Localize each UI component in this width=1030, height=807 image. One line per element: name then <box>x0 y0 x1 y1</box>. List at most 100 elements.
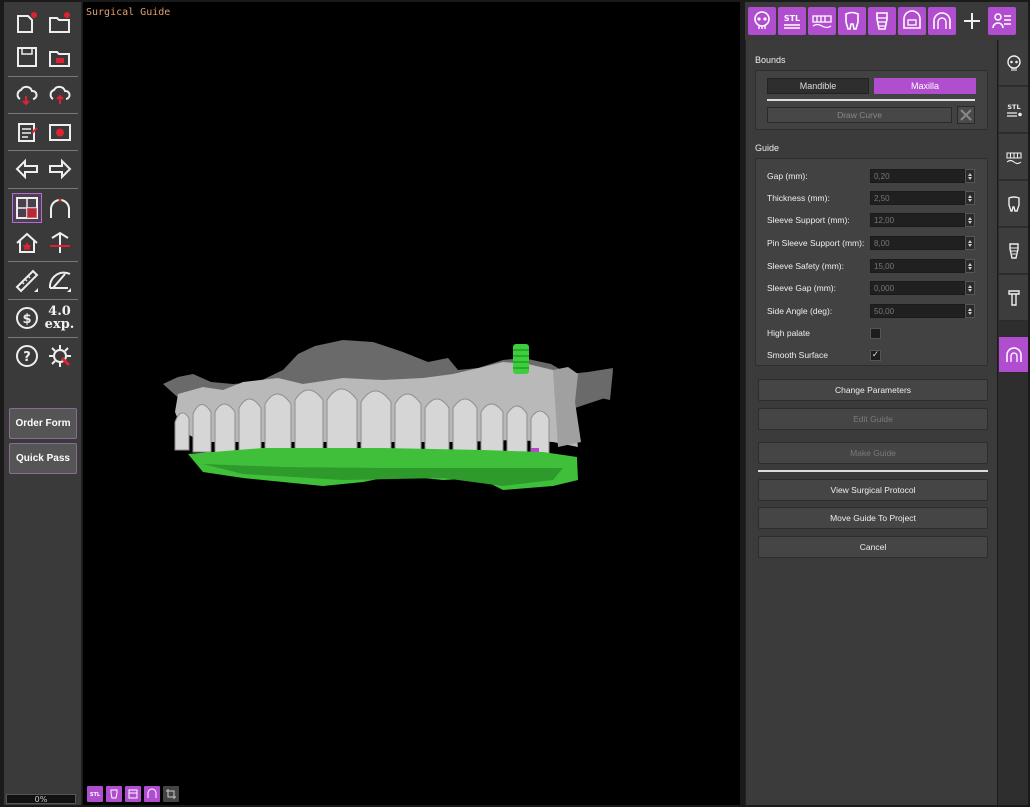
side-tab-strip: STL <box>998 40 1028 805</box>
high-palate-checkbox[interactable] <box>870 327 881 339</box>
new-project-button[interactable] <box>12 8 42 38</box>
ruler-button[interactable] <box>12 266 42 296</box>
tab-teeth-setup[interactable] <box>808 7 836 35</box>
toolbar-row-save <box>4 40 82 74</box>
toggle-implants-button[interactable] <box>106 786 122 802</box>
high-palate-label: High palate <box>767 328 811 338</box>
spin-buttons[interactable] <box>965 213 975 227</box>
param-label: Gap (mm): <box>767 171 808 181</box>
param-sleeve-safety: Sleeve Safety (mm): 15,00 <box>767 258 977 274</box>
order-form-button[interactable]: Order Form <box>9 408 77 439</box>
high-palate-row: High palate <box>767 325 977 341</box>
maxilla-button[interactable]: Maxilla <box>874 78 976 94</box>
home-view-button[interactable] <box>12 228 42 258</box>
save-as-button[interactable] <box>45 42 75 72</box>
implant-marker <box>513 344 529 374</box>
tab-add-button[interactable] <box>958 7 986 35</box>
implant-icon <box>1008 242 1019 259</box>
arch-view-button[interactable] <box>45 193 75 223</box>
notes-button[interactable] <box>12 117 42 147</box>
side-angle-input[interactable]: 50,00 <box>870 304 965 318</box>
smooth-surface-checkbox[interactable]: ✓ <box>870 349 881 361</box>
cancel-button[interactable]: Cancel <box>758 536 988 558</box>
side-tab-guide[interactable] <box>999 337 1028 373</box>
split-view-button[interactable] <box>11 193 42 223</box>
version-label: 4.0 exp. <box>45 305 75 331</box>
param-label: Pin Sleeve Support (mm): <box>767 238 865 248</box>
tab-implant[interactable] <box>868 7 896 35</box>
toggle-crop-button[interactable] <box>163 786 179 802</box>
quad-view-icon <box>15 197 38 219</box>
pricing-button[interactable]: $ <box>12 303 42 333</box>
surgical-guide-panel: Bounds Mandible Maxilla Draw Curve Guide… <box>745 40 997 805</box>
svg-text:STL: STL <box>90 792 101 798</box>
save-button[interactable] <box>12 42 42 72</box>
move-guide-to-project-button[interactable]: Move Guide To Project <box>758 507 988 529</box>
side-tab-ct[interactable] <box>999 40 1028 86</box>
toggle-sleeves-button[interactable] <box>125 786 141 802</box>
sleeve-support-input[interactable]: 12,00 <box>870 213 965 227</box>
toolbar-row-home <box>4 226 82 260</box>
change-parameters-button[interactable]: Change Parameters <box>758 379 988 401</box>
tab-ct-scan[interactable] <box>748 7 776 35</box>
edit-guide-button[interactable]: Edit Guide <box>758 408 988 430</box>
dental-model-render[interactable] <box>83 2 740 805</box>
thickness-input[interactable]: 2,50 <box>870 191 965 205</box>
undo-button[interactable] <box>12 154 42 184</box>
spin-buttons[interactable] <box>965 191 975 205</box>
spin-buttons[interactable] <box>965 169 975 183</box>
toggle-stl-button[interactable]: STL <box>87 786 103 802</box>
sleeve-gap-input[interactable]: 0,000 <box>870 281 965 295</box>
reset-view-button[interactable] <box>45 228 75 258</box>
spin-buttons[interactable] <box>965 281 975 295</box>
screenshot-button[interactable] <box>45 117 75 147</box>
spin-buttons[interactable] <box>965 304 975 318</box>
version-expiry-button[interactable]: 4.0 exp. <box>45 303 75 333</box>
mandible-button[interactable]: Mandible <box>767 78 869 94</box>
tab-sleeve[interactable] <box>898 7 926 35</box>
sleeve-safety-input[interactable]: 15,00 <box>870 259 965 273</box>
tooth-icon <box>1007 195 1020 212</box>
view-surgical-protocol-button[interactable]: View Surgical Protocol <box>758 479 988 501</box>
redo-button[interactable] <box>45 154 75 184</box>
svg-text:STL: STL <box>784 14 800 23</box>
gap-input[interactable]: 0,20 <box>870 169 965 183</box>
toolbar-divider <box>8 150 78 151</box>
spin-buttons[interactable] <box>965 259 975 273</box>
tab-stl[interactable]: STL <box>778 7 806 35</box>
toolbar-divider <box>8 76 78 77</box>
svg-text:$: $ <box>22 312 31 327</box>
side-tab-crown[interactable] <box>999 181 1028 227</box>
help-button[interactable]: ? <box>12 341 42 371</box>
toolbar-row-capture <box>4 115 82 149</box>
param-label: Sleeve Gap (mm): <box>767 283 836 293</box>
side-tab-pin[interactable] <box>999 275 1028 321</box>
toolbar-divider <box>8 299 78 300</box>
svg-text:STL: STL <box>1007 103 1020 111</box>
cloud-upload-button[interactable] <box>45 80 75 110</box>
settings-button[interactable] <box>45 341 75 371</box>
side-tab-implant[interactable] <box>999 228 1028 274</box>
open-project-button[interactable] <box>45 8 75 38</box>
3d-viewport[interactable]: Surgical Guide STL <box>83 2 740 805</box>
make-guide-button[interactable]: Make Guide <box>758 442 988 464</box>
pin-sleeve-support-input[interactable]: 8,00 <box>870 236 965 250</box>
cloud-download-button[interactable] <box>12 80 42 110</box>
param-thickness: Thickness (mm): 2,50 <box>767 190 977 206</box>
side-tab-stl[interactable]: STL <box>999 87 1028 133</box>
tab-guide[interactable] <box>928 7 956 35</box>
quick-pass-button[interactable]: Quick Pass <box>9 443 77 474</box>
spin-buttons[interactable] <box>965 236 975 250</box>
angle-button[interactable] <box>45 266 75 296</box>
user-list-icon <box>992 13 1011 29</box>
tab-crown[interactable] <box>838 7 866 35</box>
toggle-guide-button[interactable] <box>144 786 160 802</box>
param-label: Thickness (mm): <box>767 193 830 203</box>
draw-curve-button[interactable]: Draw Curve <box>767 107 952 123</box>
top-tab-bar: STL <box>745 2 1028 40</box>
notepad-icon <box>17 123 38 142</box>
tab-patient-info[interactable] <box>988 7 1016 35</box>
clear-curve-button[interactable] <box>957 106 975 124</box>
skull-icon <box>754 11 770 29</box>
side-tab-teeth[interactable] <box>999 134 1028 180</box>
